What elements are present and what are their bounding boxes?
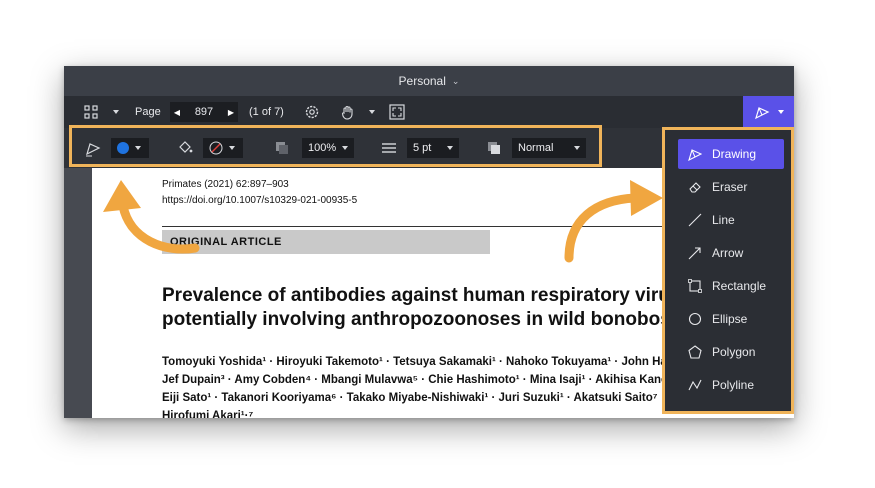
menu-item-rectangle[interactable]: Rectangle (678, 271, 784, 301)
main-toolbar: Page ◀ 897 ▶ (1 of 7) (64, 96, 794, 128)
authors-line4: Hirofumi Akari¹·⁷ (162, 410, 254, 418)
fit-page-button[interactable] (389, 96, 405, 128)
chevron-right-icon: ▶ (224, 102, 238, 122)
page-number-value: 897 (184, 102, 224, 122)
menu-item-label: Line (712, 213, 735, 227)
menu-item-ellipse[interactable]: Ellipse (678, 304, 784, 334)
prev-page-button[interactable]: ◀ (170, 96, 184, 128)
tool-dropdown[interactable] (369, 96, 375, 128)
ellipse-icon (688, 312, 702, 326)
hand-icon (341, 105, 353, 120)
chevron-down-icon: ⌄ (451, 75, 460, 86)
page-count: (1 of 7) (249, 106, 284, 118)
callout-arrow-left (103, 180, 200, 254)
menu-item-label: Rectangle (712, 279, 767, 293)
line-icon (688, 213, 702, 227)
article-title-line1: Prevalence of antibodies against human r… (162, 285, 702, 306)
menu-item-eraser[interactable]: Eraser (678, 172, 784, 202)
arrow-icon (688, 247, 701, 260)
menu-item-line[interactable]: Line (678, 205, 784, 235)
pen-icon (688, 149, 702, 161)
section-label: ORIGINAL ARTICLE (162, 230, 490, 254)
menu-item-label: Arrow (712, 246, 744, 260)
callout-arrow-right (564, 180, 663, 263)
authors-line3: Eiji Sato¹ · Takanori Kooriyama⁶ · Takak… (162, 392, 658, 404)
draw-tools-menu: Drawing Eraser Line Arrow Rectangle Elli… (662, 127, 794, 414)
authors-line2: Jef Dupain³ · Amy Cobden⁴ · Mbangi Mulav… (162, 374, 685, 386)
title-bar[interactable]: Personal ⌄ (64, 66, 794, 96)
page-label: Page (135, 106, 161, 118)
article-title-line2: potentially involving anthropozoonoses i… (162, 309, 671, 330)
authors-line1: Tomoyuki Yoshida¹ · Hiroyuki Takemoto¹ ·… (162, 356, 679, 368)
polyline-icon (688, 379, 702, 391)
grid-view-icon (84, 105, 98, 119)
page-number-input[interactable]: 897 (184, 96, 224, 128)
pan-tool-button[interactable] (340, 96, 356, 128)
menu-item-label: Drawing (712, 147, 757, 161)
window-title: Personal (398, 74, 446, 88)
eraser-icon (689, 182, 701, 193)
menu-item-polygon[interactable]: Polygon (678, 337, 784, 367)
expand-icon (389, 104, 405, 120)
polygon-icon (688, 345, 702, 359)
settings-button[interactable] (304, 96, 320, 128)
menu-item-arrow[interactable]: Arrow (678, 238, 784, 268)
caret-down-icon (369, 110, 375, 114)
menu-item-label: Eraser (712, 180, 748, 194)
menu-item-drawing[interactable]: Drawing (678, 139, 784, 169)
caret-down-icon (113, 110, 119, 114)
gear-icon (305, 105, 319, 119)
menu-item-label: Polyline (712, 378, 755, 392)
chevron-left-icon: ◀ (170, 102, 184, 122)
draw-tool-button[interactable] (743, 96, 794, 128)
menu-item-polyline[interactable]: Polyline (678, 370, 784, 400)
rectangle-icon (688, 279, 702, 293)
menu-item-label: Polygon (712, 345, 756, 359)
pen-icon (754, 107, 769, 120)
menu-item-label: Ellipse (712, 312, 748, 326)
layout-dropdown[interactable] (113, 96, 119, 128)
toolbar-highlight (69, 125, 602, 167)
layout-button[interactable] (84, 96, 98, 128)
next-page-button[interactable]: ▶ (224, 96, 238, 128)
caret-down-icon (777, 110, 784, 114)
